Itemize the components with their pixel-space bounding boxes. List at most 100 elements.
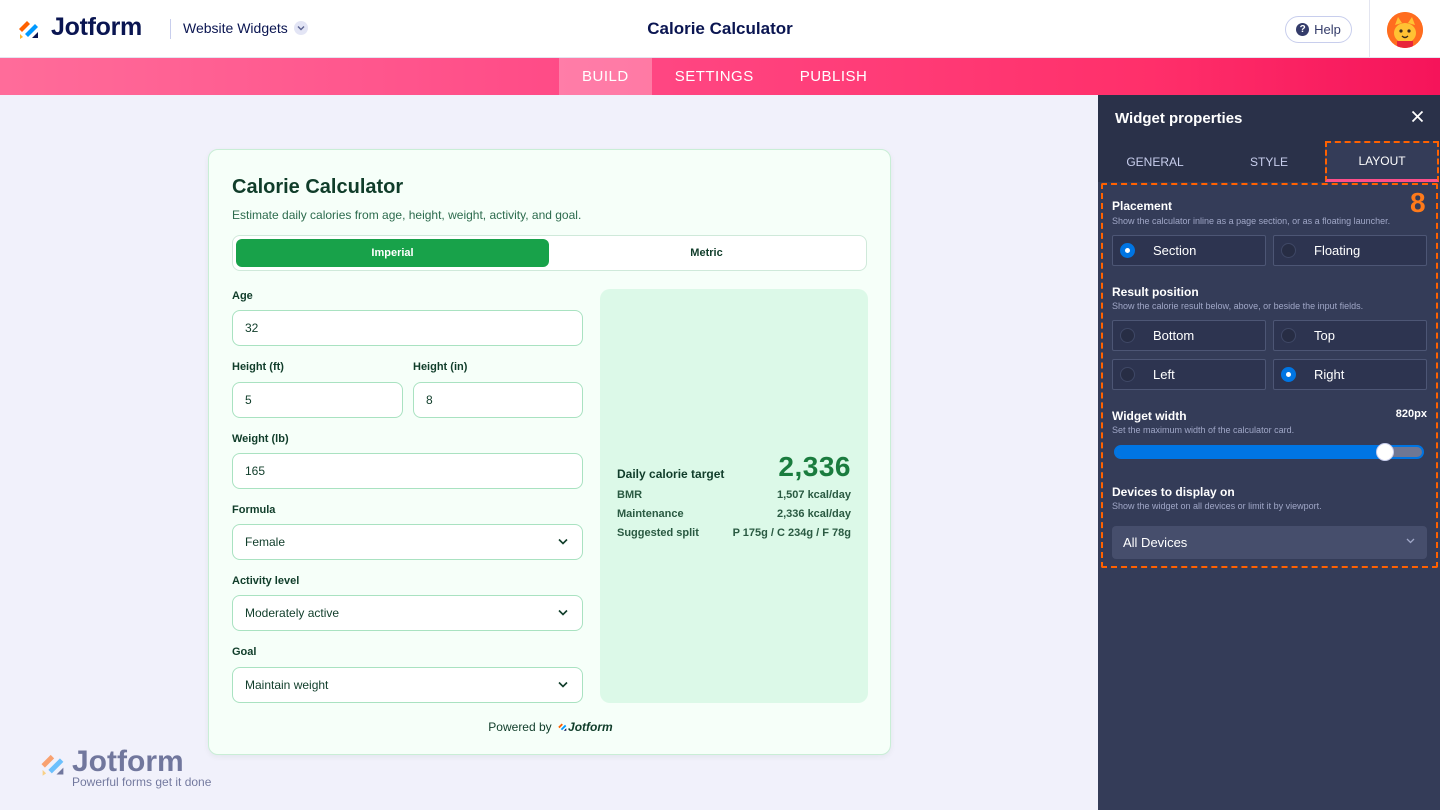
placement-title: Placement xyxy=(1112,199,1173,213)
imperial-button[interactable]: Imperial xyxy=(236,239,549,267)
widget-width-value: 820px xyxy=(1395,408,1427,420)
age-input[interactable]: 32 xyxy=(232,310,583,346)
divider xyxy=(170,19,171,39)
option-label: Section xyxy=(1153,243,1197,258)
result-row-bmr: BMR 1,507 kcal/day xyxy=(617,489,851,501)
activity-label: Activity level xyxy=(232,575,300,587)
age-label: Age xyxy=(232,290,253,302)
builder-nav-bar: BUILD SETTINGS PUBLISH xyxy=(0,58,1440,95)
tab-build[interactable]: BUILD xyxy=(559,58,652,95)
result-position-option-right[interactable]: Right xyxy=(1273,359,1427,390)
widget-width-title: Widget width xyxy=(1112,409,1187,423)
jotform-logo-icon xyxy=(16,15,42,41)
help-button[interactable]: ? Help xyxy=(1285,16,1352,43)
option-label: Floating xyxy=(1314,243,1361,258)
widget-width-desc: Set the maximum width of the calculator … xyxy=(1112,425,1295,435)
calorie-target-value: 2,336 xyxy=(778,451,851,482)
chevron-down-icon xyxy=(558,681,568,688)
result-row-split: Suggested split P 175g / C 234g / F 78g xyxy=(617,527,851,539)
result-row-value: 2,336 kcal/day xyxy=(776,508,851,520)
calculator-subtitle: Estimate daily calories from age, height… xyxy=(232,208,582,222)
height-ft-label: Height (ft) xyxy=(232,361,284,373)
jotform-logo[interactable]: Jotform xyxy=(16,13,142,42)
step-badge: 8 xyxy=(1410,187,1426,218)
radio-selected xyxy=(1281,367,1296,382)
logo-text: Jotform xyxy=(51,13,142,41)
slider-handle[interactable] xyxy=(1376,443,1395,461)
formula-select[interactable]: Female xyxy=(232,524,583,560)
radio xyxy=(1120,328,1135,343)
tab-settings[interactable]: SETTINGS xyxy=(652,58,777,95)
chevron-down-icon xyxy=(1406,538,1415,544)
result-position-option-bottom[interactable]: Bottom xyxy=(1112,320,1266,351)
weight-label: Weight (lb) xyxy=(232,433,289,445)
formula-label: Formula xyxy=(232,504,276,516)
close-icon[interactable] xyxy=(1411,110,1424,123)
devices-value: All Devices xyxy=(1123,535,1188,550)
unit-toggle: Imperial Metric xyxy=(232,235,867,271)
devices-title: Devices to display on xyxy=(1112,485,1235,499)
goal-value: Maintain weight xyxy=(245,678,329,692)
option-label: Bottom xyxy=(1153,328,1195,343)
widget-width-slider[interactable] xyxy=(1114,443,1424,461)
devices-select[interactable]: All Devices xyxy=(1112,526,1427,559)
tab-layout[interactable]: LAYOUT xyxy=(1325,141,1439,182)
devices-desc: Show the widget on all devices or limit … xyxy=(1112,501,1322,511)
top-bar: Jotform Website Widgets Calorie Calculat… xyxy=(0,0,1440,58)
goal-label: Goal xyxy=(232,646,257,658)
widget-properties-panel: Widget properties GENERAL STYLE LAYOUT P… xyxy=(1098,95,1440,810)
tab-publish[interactable]: PUBLISH xyxy=(777,58,891,95)
radio xyxy=(1281,328,1296,343)
powered-by[interactable]: Powered by Jotform xyxy=(209,720,892,734)
option-label: Left xyxy=(1153,367,1175,382)
section-menu-dropdown[interactable]: Website Widgets xyxy=(183,20,308,36)
placement-option-floating[interactable]: Floating xyxy=(1273,235,1427,266)
help-label: Help xyxy=(1314,22,1341,37)
option-label: Right xyxy=(1314,367,1345,382)
activity-select[interactable]: Moderately active xyxy=(232,595,583,631)
watermark-brand: Jotform xyxy=(72,745,184,778)
radio xyxy=(1281,243,1296,258)
result-title: Daily calorie target xyxy=(617,467,725,481)
option-label: Top xyxy=(1314,328,1335,343)
height-ft-input[interactable]: 5 xyxy=(232,382,403,418)
result-position-option-top[interactable]: Top xyxy=(1273,320,1427,351)
result-row-label: Maintenance xyxy=(617,508,684,520)
panel-title: Widget properties xyxy=(1115,110,1243,127)
radio-selected xyxy=(1120,243,1135,258)
panel-tabs: GENERAL STYLE LAYOUT xyxy=(1098,141,1440,182)
jotform-logo-icon xyxy=(41,754,64,776)
calculator-title: Calorie Calculator xyxy=(232,176,404,198)
height-in-input[interactable]: 8 xyxy=(413,382,583,418)
tab-general[interactable]: GENERAL xyxy=(1098,141,1212,182)
chevron-down-icon xyxy=(558,538,568,545)
result-row-value: 1,507 kcal/day xyxy=(776,489,851,501)
placement-desc: Show the calculator inline as a page sec… xyxy=(1112,216,1391,226)
result-position-desc: Show the calorie result below, above, or… xyxy=(1112,301,1364,311)
result-row-maintenance: Maintenance 2,336 kcal/day xyxy=(617,508,851,520)
jotform-logo-icon xyxy=(558,723,567,731)
avatar[interactable] xyxy=(1387,12,1423,48)
result-row-label: Suggested split xyxy=(617,527,699,539)
activity-value: Moderately active xyxy=(245,606,340,620)
result-position-title: Result position xyxy=(1112,285,1199,299)
divider xyxy=(1369,0,1370,58)
panel-header: Widget properties xyxy=(1098,95,1440,141)
powered-brand: Jotform xyxy=(568,720,613,734)
powered-prefix: Powered by xyxy=(488,720,552,734)
result-row-label: BMR xyxy=(617,489,643,501)
formula-value: Female xyxy=(245,535,286,549)
result-row-value: P 175g / C 234g / F 78g xyxy=(732,527,851,539)
watermark-tagline: Powerful forms get it done xyxy=(72,775,212,789)
metric-button[interactable]: Metric xyxy=(550,239,863,267)
chevron-down-icon xyxy=(558,609,568,616)
placement-option-section[interactable]: Section xyxy=(1112,235,1266,266)
result-position-option-left[interactable]: Left xyxy=(1112,359,1266,390)
goal-select[interactable]: Maintain weight xyxy=(232,667,583,703)
result-panel: Daily calorie target 2,336 BMR 1,507 kca… xyxy=(600,289,868,703)
tab-style[interactable]: STYLE xyxy=(1212,141,1326,182)
weight-input[interactable]: 165 xyxy=(232,453,583,489)
height-in-label: Height (in) xyxy=(413,361,468,373)
calculator-card: Calorie Calculator Estimate daily calori… xyxy=(208,149,891,755)
radio xyxy=(1120,367,1135,382)
